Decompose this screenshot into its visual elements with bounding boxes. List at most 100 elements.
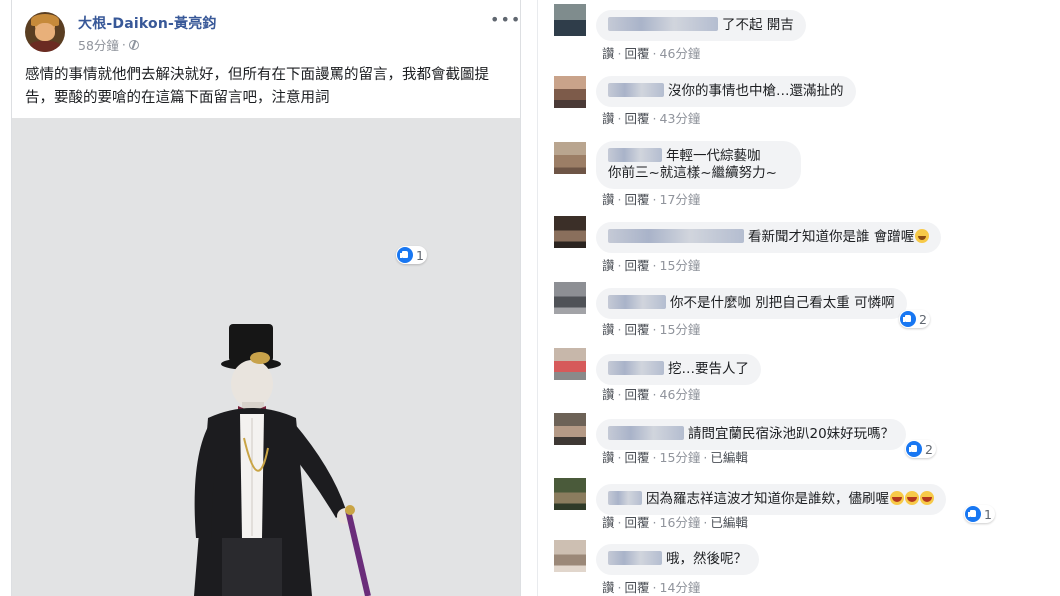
dot-separator: · xyxy=(617,450,622,465)
comment-text: 了不起 開吉 xyxy=(722,17,794,33)
comment-bubble: 了不起 開吉 xyxy=(596,10,806,41)
laugh-emoji-icon xyxy=(890,491,904,505)
blurred-username[interactable] xyxy=(608,17,718,31)
reaction-count[interactable]: 2 xyxy=(899,310,930,328)
comment-text: 請問宜蘭民宿泳池趴20妹好玩嗎？ xyxy=(688,426,895,442)
comment-time[interactable]: 46分鐘 xyxy=(660,387,701,402)
laugh-emoji-icon xyxy=(905,491,919,505)
dot-separator: · xyxy=(617,258,622,273)
reply-link[interactable]: 回覆 xyxy=(625,387,650,402)
blurred-username[interactable] xyxy=(608,83,664,97)
reaction-count[interactable]: 2 xyxy=(905,440,936,458)
author-avatar[interactable] xyxy=(25,12,65,52)
comment-time[interactable]: 15分鐘 xyxy=(660,450,701,465)
reaction-number: 2 xyxy=(919,311,927,327)
comment-time[interactable]: 14分鐘 xyxy=(660,580,701,595)
comment-text: 因為羅志祥這波才知道你是誰欸，儘刷喔 xyxy=(646,491,889,507)
commenter-avatar[interactable] xyxy=(554,76,586,108)
like-link[interactable]: 讚 xyxy=(602,46,615,61)
reaction-count[interactable]: 1 xyxy=(396,246,427,264)
globe-icon[interactable] xyxy=(128,39,139,50)
grin-emoji-icon xyxy=(915,229,930,243)
comment-bubble: 哦，然後呢？ xyxy=(596,544,759,575)
dot-separator: · xyxy=(617,322,622,337)
comment-time[interactable]: 43分鐘 xyxy=(660,111,701,126)
blurred-username[interactable] xyxy=(608,361,664,375)
commenter-avatar[interactable] xyxy=(554,348,586,380)
like-link[interactable]: 讚 xyxy=(602,387,615,402)
blurred-username[interactable] xyxy=(608,148,662,162)
comment-bubble: 因為羅志祥這波才知道你是誰欸，儘刷喔 xyxy=(596,484,946,515)
post-meta: 58分鐘 · xyxy=(78,35,139,54)
reply-link[interactable]: 回覆 xyxy=(625,515,650,530)
dot-separator: · xyxy=(652,322,657,337)
comment-time[interactable]: 16分鐘 xyxy=(660,515,701,530)
dot-separator: · xyxy=(652,387,657,402)
reply-link[interactable]: 回覆 xyxy=(625,192,650,207)
comment-bubble: 沒你的事情也中槍…還滿扯的 xyxy=(596,76,856,107)
reaction-count[interactable]: 1 xyxy=(964,505,995,523)
comment-bubble: 你不是什麼咖 別把自己看太重 可憐啊 xyxy=(596,288,907,319)
like-link[interactable]: 讚 xyxy=(602,258,615,273)
commenter-avatar[interactable] xyxy=(554,216,586,248)
comment-bubble: 年輕一代綜藝咖 你前三~就這樣~繼續努力~ xyxy=(596,141,801,189)
dot-separator: · xyxy=(703,515,708,530)
more-options-icon[interactable]: ••• xyxy=(490,10,520,29)
comment-time[interactable]: 46分鐘 xyxy=(660,46,701,61)
blurred-username[interactable] xyxy=(608,491,642,505)
comment-actions: 讚 · 回覆 · 15分鐘 · 已編輯 xyxy=(602,447,748,466)
like-link[interactable]: 讚 xyxy=(602,111,615,126)
dot-separator: · xyxy=(652,111,657,126)
commenter-avatar[interactable] xyxy=(554,540,586,572)
dot-separator: · xyxy=(652,450,657,465)
comment-time[interactable]: 17分鐘 xyxy=(660,192,701,207)
comment-text: 挖…要告人了 xyxy=(668,361,749,377)
post-time[interactable]: 58分鐘 xyxy=(78,35,119,54)
blurred-username[interactable] xyxy=(608,229,744,243)
reply-link[interactable]: 回覆 xyxy=(625,258,650,273)
dot-separator: · xyxy=(703,450,708,465)
meta-separator: · xyxy=(121,37,126,52)
reply-link[interactable]: 回覆 xyxy=(625,111,650,126)
commenter-avatar[interactable] xyxy=(554,142,586,174)
comment-bubble: 請問宜蘭民宿泳池趴20妹好玩嗎？ xyxy=(596,419,907,450)
like-link[interactable]: 讚 xyxy=(602,450,615,465)
post-text: 感情的事情就他們去解決就好，但所有在下面謾罵的留言，我都會截圖提告，要酸的要嗆的… xyxy=(25,67,489,106)
reply-link[interactable]: 回覆 xyxy=(625,580,650,595)
dot-separator: · xyxy=(617,111,622,126)
reply-link[interactable]: 回覆 xyxy=(625,46,650,61)
commenter-avatar[interactable] xyxy=(554,413,586,445)
dot-separator: · xyxy=(652,192,657,207)
comment-text-line-1: 年輕一代綜藝咖 xyxy=(666,148,761,164)
blurred-username[interactable] xyxy=(608,295,666,309)
comment-time[interactable]: 15分鐘 xyxy=(660,322,701,337)
blurred-username[interactable] xyxy=(608,551,662,565)
dot-separator: · xyxy=(617,192,622,207)
like-link[interactable]: 讚 xyxy=(602,515,615,530)
comment-time[interactable]: 15分鐘 xyxy=(660,258,701,273)
edited-label[interactable]: 已編輯 xyxy=(710,515,748,530)
like-link[interactable]: 讚 xyxy=(602,322,615,337)
commenter-avatar[interactable] xyxy=(554,4,586,36)
comment-text-line-2: 你前三~就這樣~繼續努力~ xyxy=(608,165,777,181)
reply-link[interactable]: 回覆 xyxy=(625,322,650,337)
reply-link[interactable]: 回覆 xyxy=(625,450,650,465)
costumed-figure-illustration xyxy=(12,118,520,596)
comment-actions: 讚 · 回覆 · 15分鐘 xyxy=(602,319,700,338)
like-link[interactable]: 讚 xyxy=(602,580,615,595)
like-reaction-icon xyxy=(906,441,922,457)
comment-text: 你不是什麼咖 別把自己看太重 可憐啊 xyxy=(670,295,895,311)
like-link[interactable]: 讚 xyxy=(602,192,615,207)
dot-separator: · xyxy=(617,387,622,402)
commenter-avatar[interactable] xyxy=(554,282,586,314)
blurred-username[interactable] xyxy=(608,426,684,440)
post-photo[interactable] xyxy=(12,118,520,596)
comment-actions: 讚 · 回覆 · 46分鐘 xyxy=(602,384,700,403)
edited-label[interactable]: 已編輯 xyxy=(710,450,748,465)
commenter-avatar[interactable] xyxy=(554,478,586,510)
like-reaction-icon xyxy=(900,311,916,327)
dot-separator: · xyxy=(617,515,622,530)
dot-separator: · xyxy=(652,46,657,61)
author-name[interactable]: 大根-Daikon-黃亮鈞 xyxy=(78,13,217,33)
dot-separator: · xyxy=(617,46,622,61)
